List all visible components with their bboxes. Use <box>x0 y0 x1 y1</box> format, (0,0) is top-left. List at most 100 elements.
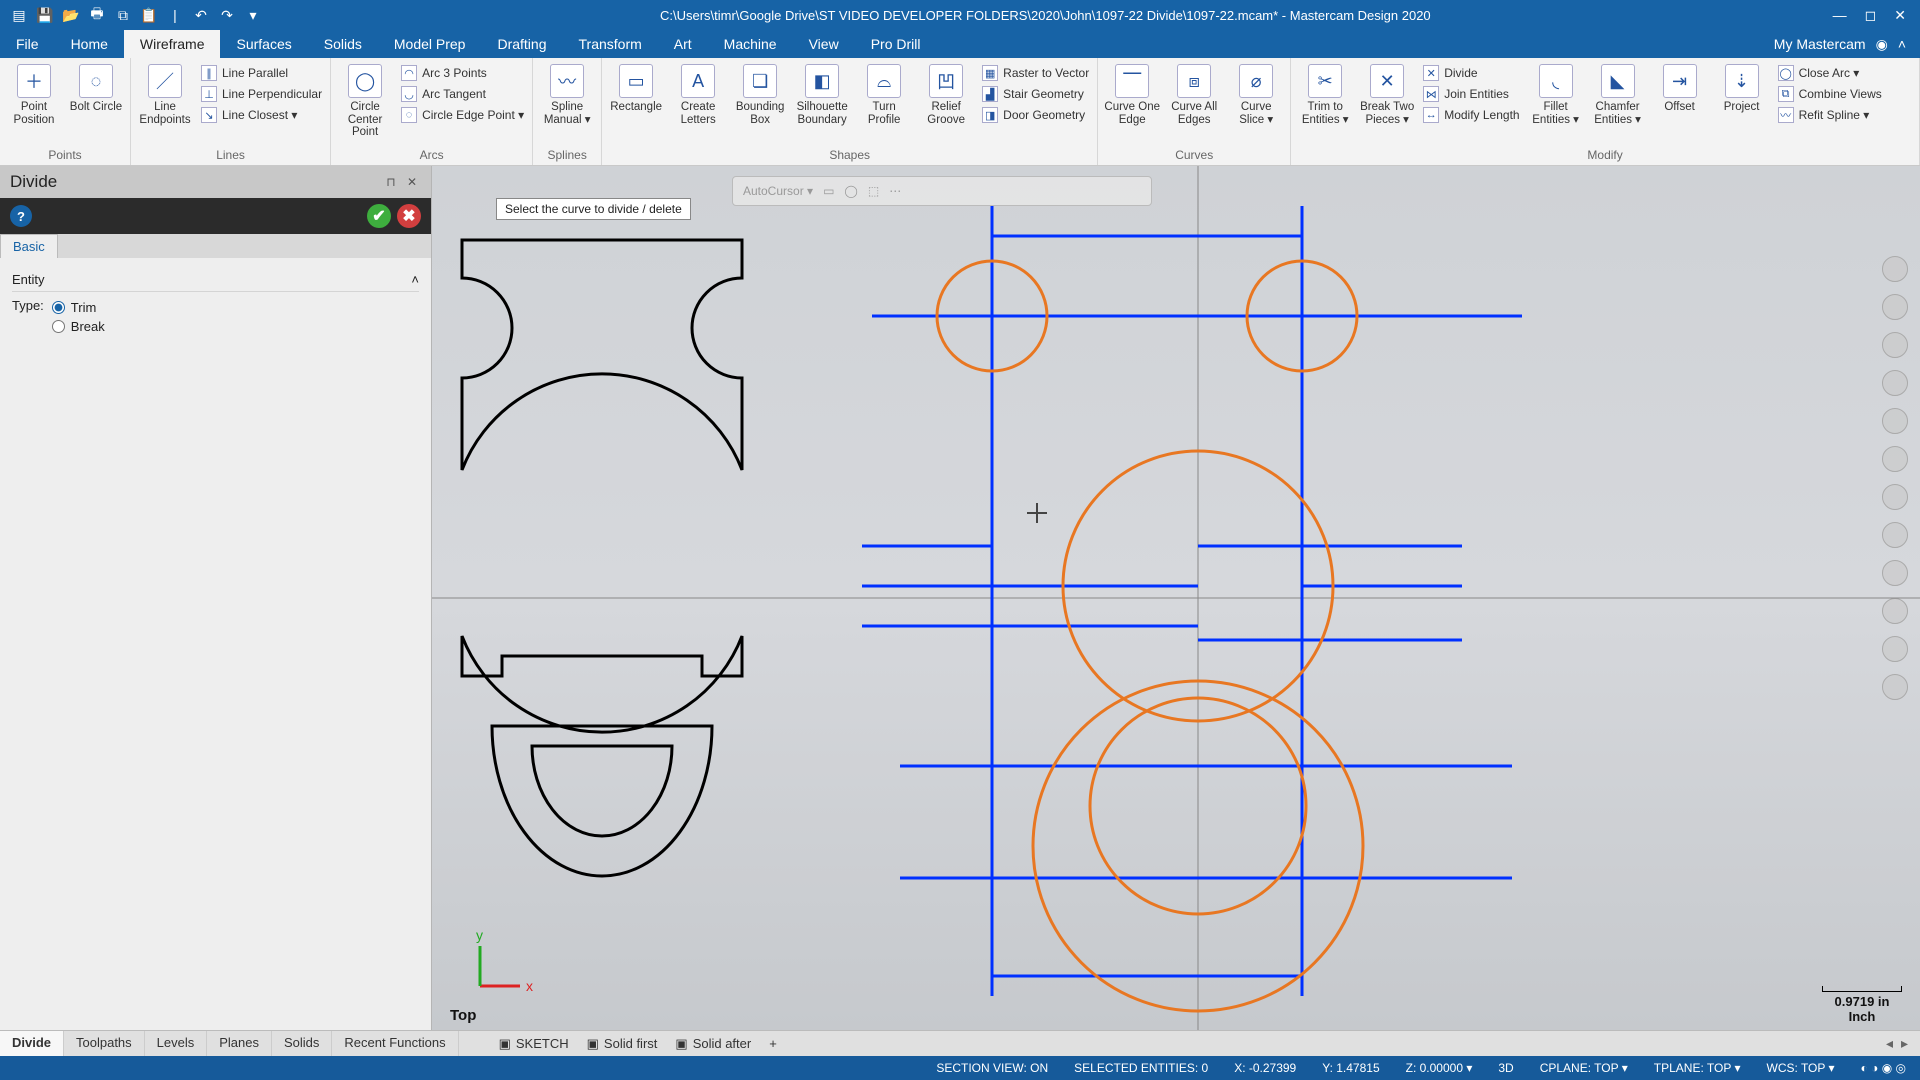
offset-icon: ⇥ <box>1663 64 1697 98</box>
door-geom-button[interactable]: ◨Door Geometry <box>980 106 1091 124</box>
paste-icon[interactable]: 📋 <box>140 6 158 24</box>
scroll-left-icon[interactable]: ◂ <box>1886 1035 1893 1052</box>
pin-icon[interactable]: ⊓ <box>386 175 399 189</box>
tab-transform[interactable]: Transform <box>563 30 658 58</box>
ok-button[interactable]: ✔ <box>367 204 391 228</box>
closest-icon: ↘ <box>201 107 217 123</box>
edge-icon: ◌ <box>401 107 417 123</box>
btab-levels[interactable]: Levels <box>145 1031 208 1056</box>
bolt-circle-button[interactable]: ◌Bolt Circle <box>68 62 124 146</box>
chevron-up-icon[interactable]: ˄ <box>411 272 419 287</box>
curve-one-edge-button[interactable]: ⎺Curve One Edge <box>1104 62 1160 146</box>
circle-edge-button[interactable]: ◌Circle Edge Point ▾ <box>399 106 526 124</box>
line-parallel-button[interactable]: ∥Line Parallel <box>199 64 324 82</box>
curve-slice-button[interactable]: ⌀Curve Slice ▾ <box>1228 62 1284 146</box>
btab-divide[interactable]: Divide <box>0 1031 64 1056</box>
tab-view[interactable]: View <box>793 30 855 58</box>
spline-manual-button[interactable]: 〰Spline Manual ▾ <box>539 62 595 146</box>
offset-button[interactable]: ⇥Offset <box>1652 62 1708 146</box>
save-icon[interactable]: 💾 <box>36 6 54 24</box>
status-y: Y: 1.47815 <box>1322 1061 1379 1075</box>
btab-planes[interactable]: Planes <box>207 1031 272 1056</box>
point-position-button[interactable]: ＋Point Position <box>6 62 62 146</box>
status-3d[interactable]: 3D <box>1498 1061 1513 1075</box>
break-two-button[interactable]: ✕Break Two Pieces ▾ <box>1359 62 1415 146</box>
cancel-button[interactable]: ✖ <box>397 204 421 228</box>
raster-vector-button[interactable]: ▦Raster to Vector <box>980 64 1091 82</box>
entity-section[interactable]: Entity ˄ <box>12 268 419 292</box>
create-letters-button[interactable]: ACreate Letters <box>670 62 726 146</box>
chk-solid-first[interactable]: ▣ Solid first <box>587 1036 658 1052</box>
status-icons[interactable]: ◐ ◑ ◉ ◎ <box>1861 1061 1906 1075</box>
turn-profile-button[interactable]: ⌓Turn Profile <box>856 62 912 146</box>
join-entities-button[interactable]: ⋈Join Entities <box>1421 85 1521 103</box>
new-icon[interactable]: ▤ <box>10 6 28 24</box>
project-button[interactable]: ⇣Project <box>1714 62 1770 146</box>
tab-file[interactable]: File <box>0 30 55 58</box>
close-arc-button[interactable]: ◯Close Arc ▾ <box>1776 64 1884 82</box>
status-cplane[interactable]: CPLANE: TOP ▾ <box>1540 1061 1628 1075</box>
btab-recent[interactable]: Recent Functions <box>332 1031 458 1056</box>
fillet-icon: ◟ <box>1539 64 1573 98</box>
add-tab-button[interactable]: + <box>769 1036 777 1051</box>
tab-solids[interactable]: Solids <box>308 30 378 58</box>
tab-machine[interactable]: Machine <box>708 30 793 58</box>
print-icon[interactable]: 🖶 <box>88 6 106 24</box>
divide-button[interactable]: ✕Divide <box>1421 64 1521 82</box>
stair-geom-button[interactable]: ▟Stair Geometry <box>980 85 1091 103</box>
bounding-box-button[interactable]: ❏Bounding Box <box>732 62 788 146</box>
tab-drafting[interactable]: Drafting <box>481 30 562 58</box>
btab-solids[interactable]: Solids <box>272 1031 332 1056</box>
tab-surfaces[interactable]: Surfaces <box>220 30 307 58</box>
modify-length-button[interactable]: ↔Modify Length <box>1421 106 1521 124</box>
radio-trim[interactable]: Trim <box>52 298 105 317</box>
help-icon[interactable]: ◉ <box>1876 36 1888 53</box>
line-endpoints-button[interactable]: ／Line Endpoints <box>137 62 193 146</box>
open-icon[interactable]: 📂 <box>62 6 80 24</box>
tab-home[interactable]: Home <box>55 30 124 58</box>
line-perpendicular-button[interactable]: ⊥Line Perpendicular <box>199 85 324 103</box>
line-closest-button[interactable]: ↘Line Closest ▾ <box>199 106 324 124</box>
copy-icon[interactable]: ⧉ <box>114 6 132 24</box>
combine-views-button[interactable]: ⧉Combine Views <box>1776 85 1884 103</box>
panel-tab-basic[interactable]: Basic <box>0 234 58 258</box>
close-icon[interactable]: ✕ <box>1894 7 1906 24</box>
tab-modelprep[interactable]: Model Prep <box>378 30 482 58</box>
tab-art[interactable]: Art <box>658 30 708 58</box>
arc-tangent-button[interactable]: ◡Arc Tangent <box>399 85 526 103</box>
length-icon: ↔ <box>1423 107 1439 123</box>
chamfer-button[interactable]: ◣Chamfer Entities ▾ <box>1590 62 1646 146</box>
qat-more-icon[interactable]: ▾ <box>244 6 262 24</box>
btab-toolpaths[interactable]: Toolpaths <box>64 1031 145 1056</box>
my-mastercam-link[interactable]: My Mastercam <box>1774 36 1866 52</box>
fillet-button[interactable]: ◟Fillet Entities ▾ <box>1528 62 1584 146</box>
radio-break[interactable]: Break <box>52 317 105 336</box>
graphics-canvas[interactable]: Select the curve to divide / delete Auto… <box>432 166 1920 1030</box>
curve-all-edges-button[interactable]: ⧈Curve All Edges <box>1166 62 1222 146</box>
help-button[interactable]: ? <box>10 205 32 227</box>
arc-3points-button[interactable]: ◠Arc 3 Points <box>399 64 526 82</box>
minimize-icon[interactable]: — <box>1833 7 1847 24</box>
rectangle-button[interactable]: ▭Rectangle <box>608 62 664 146</box>
maximize-icon[interactable]: ◻ <box>1865 7 1877 24</box>
silhouette-button[interactable]: ◧Silhouette Boundary <box>794 62 850 146</box>
tab-wireframe[interactable]: Wireframe <box>124 30 221 58</box>
status-wcs[interactable]: WCS: TOP ▾ <box>1767 1061 1835 1075</box>
refit-spline-button[interactable]: 〰Refit Spline ▾ <box>1776 106 1884 124</box>
circle-center-button[interactable]: ◯Circle Center Point <box>337 62 393 146</box>
chk-sketch[interactable]: ▣ SKETCH <box>499 1036 569 1052</box>
tab-prodrill[interactable]: Pro Drill <box>855 30 937 58</box>
undo-icon[interactable]: ↶ <box>192 6 210 24</box>
status-section-view[interactable]: SECTION VIEW: ON <box>936 1061 1048 1075</box>
collapse-ribbon-icon[interactable]: ˄ <box>1898 36 1906 52</box>
section-label: Entity <box>12 272 45 287</box>
chk-solid-after[interactable]: ▣ Solid after <box>675 1036 751 1052</box>
redo-icon[interactable]: ↷ <box>218 6 236 24</box>
relief-groove-button[interactable]: 凹Relief Groove <box>918 62 974 146</box>
panel-close-icon[interactable]: ✕ <box>407 175 421 189</box>
trim-entities-button[interactable]: ✂Trim to Entities ▾ <box>1297 62 1353 146</box>
status-z[interactable]: Z: 0.00000 ▾ <box>1406 1061 1473 1075</box>
status-tplane[interactable]: TPLANE: TOP ▾ <box>1654 1061 1741 1075</box>
panel-title: Divide <box>10 172 57 192</box>
scroll-right-icon[interactable]: ▸ <box>1901 1035 1908 1052</box>
